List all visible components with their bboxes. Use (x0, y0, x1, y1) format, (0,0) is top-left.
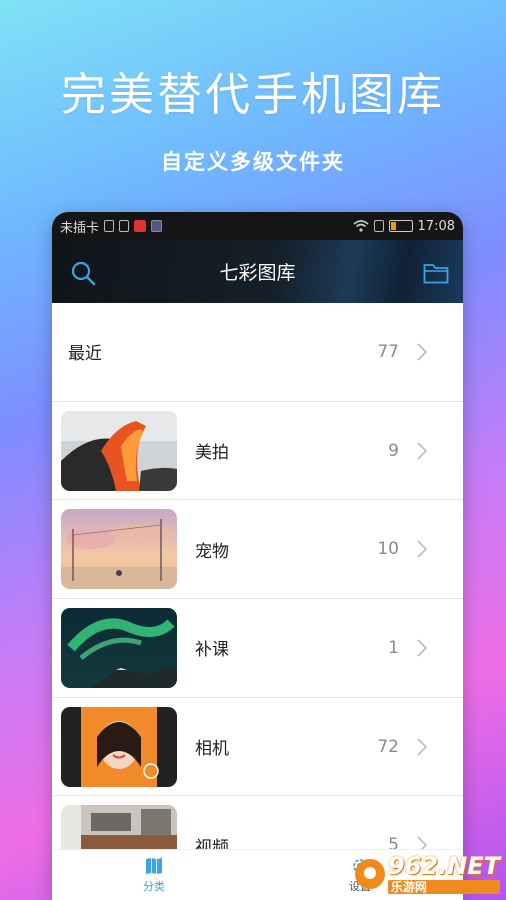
album-count: 77 (377, 341, 399, 362)
album-name: 最近 (68, 344, 102, 365)
chevron-right-icon (417, 441, 428, 460)
carrier-label: 未插卡 (60, 220, 100, 236)
sim-icon (104, 220, 115, 232)
app-title: 七彩图库 (219, 262, 296, 284)
album-row-tutoring[interactable]: 补课 1 (52, 599, 463, 698)
album-name: 补课 (195, 640, 229, 661)
alert-icon (373, 220, 384, 232)
album-name: 美拍 (195, 443, 229, 464)
album-list: 最近 77 美拍 9 宠物 10 补课 1 相机 72 视频 5 (52, 303, 463, 896)
app-bar: 七彩图库 (52, 240, 463, 303)
album-row-meipai[interactable]: 美拍 9 (52, 402, 463, 501)
album-count: 9 (388, 440, 399, 461)
app-notification-icon (151, 220, 163, 232)
status-time: 17:08 (417, 218, 455, 234)
album-count: 72 (377, 736, 399, 757)
chevron-right-icon (417, 540, 428, 558)
album-count: 10 (377, 539, 399, 560)
album-thumbnail (61, 706, 177, 787)
tab-categories[interactable]: 分类 (124, 856, 184, 894)
watermark-site: 乐游网 (387, 880, 500, 894)
site-watermark: 962.NET 乐游网 (354, 852, 500, 894)
watermark-brand: 962.NET (387, 852, 500, 880)
album-thumbnail (61, 509, 177, 590)
status-bar: 未插卡 17:08 (52, 212, 463, 240)
wifi-icon (353, 220, 369, 232)
chevron-right-icon (417, 343, 428, 361)
search-icon[interactable] (70, 260, 96, 286)
chevron-right-icon (417, 738, 428, 756)
book-icon (146, 858, 162, 874)
album-thumbnail (61, 410, 177, 491)
album-name: 相机 (195, 739, 229, 760)
hero-subtitle: 自定义多级文件夹 (161, 150, 345, 174)
hero-title: 完美替代手机图库 (60, 68, 445, 121)
album-row-recent[interactable]: 最近 77 (52, 303, 463, 402)
album-name: 宠物 (195, 541, 229, 562)
album-row-pets[interactable]: 宠物 10 (52, 500, 463, 600)
battery-icon (388, 220, 413, 232)
folder-icon[interactable] (423, 262, 449, 284)
huawei-icon (119, 220, 130, 232)
album-row-camera[interactable]: 相机 72 (52, 698, 463, 797)
calendar-icon (134, 220, 147, 232)
watermark-logo-icon (354, 859, 385, 889)
chevron-right-icon (417, 639, 428, 657)
album-thumbnail (61, 607, 177, 688)
phone-screen: 未插卡 17:08 七彩图库 最近 77 美拍 9 宠物 10 补课 1 相机 … (52, 212, 463, 900)
album-count: 1 (388, 637, 399, 658)
tab-categories-label: 分类 (143, 880, 165, 893)
